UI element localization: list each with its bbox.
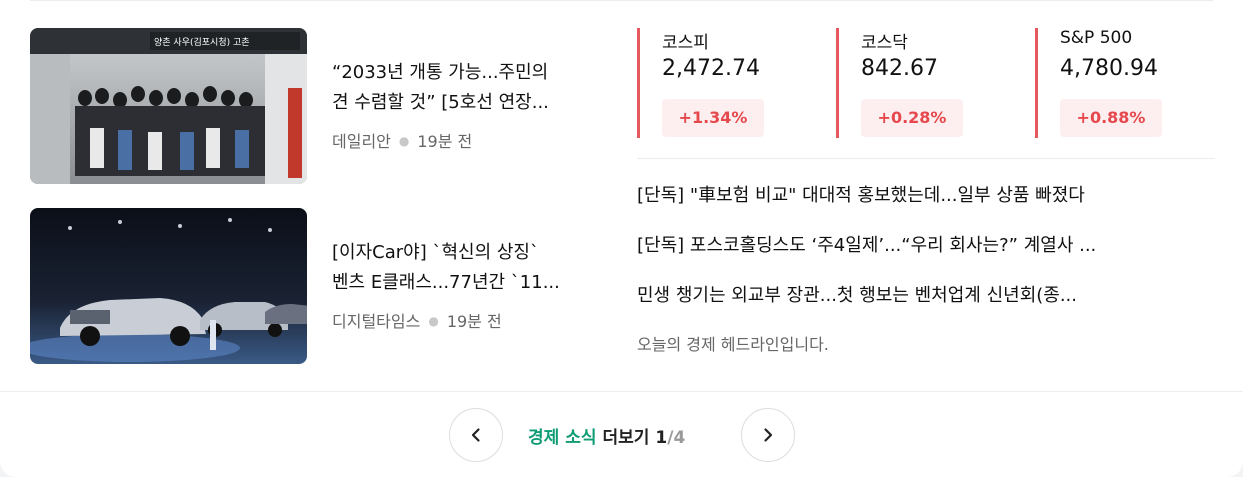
news-title-line2[interactable]: 벤츠 E클래스...77년간 `11... bbox=[332, 268, 602, 298]
pager-total-pages: /4 bbox=[667, 428, 686, 448]
next-page-button[interactable] bbox=[741, 408, 795, 462]
news-meta: 데일리안 ● 19분 전 bbox=[332, 128, 472, 152]
economy-news-card: 양촌 사우(김포시청) 고촌 “2033년 개통 가능...주민의 견 수렴할 … bbox=[0, 0, 1243, 477]
stock-value: 842.67 bbox=[861, 56, 938, 81]
stock-change-badge: +0.88% bbox=[1060, 99, 1162, 137]
chevron-right-icon bbox=[764, 428, 773, 442]
headline-link[interactable]: [단독] 포스코홀딩스도 ‘주4일제’...“우리 회사는?” 계열사 ... bbox=[637, 233, 1207, 259]
news-item-subway[interactable]: 양촌 사우(김포시청) 고촌 “2033년 개통 가능...주민의 견 수렴할 … bbox=[30, 28, 610, 184]
news-time: 19분 전 bbox=[446, 312, 502, 331]
stock-name: S&P 500 bbox=[1060, 28, 1133, 48]
car-exhibit-image bbox=[30, 208, 307, 364]
top-divider bbox=[30, 0, 1213, 1]
separator-dot: ● bbox=[398, 134, 410, 148]
headline-link[interactable]: [단독] "車보험 비교" 대대적 홍보했는데...일부 상품 빠졌다 bbox=[637, 183, 1207, 209]
pager-category: 경제 소식 bbox=[528, 428, 597, 448]
separator-dot: ● bbox=[428, 314, 439, 328]
news-title-line1[interactable]: “2033년 개통 가능...주민의 bbox=[332, 58, 602, 88]
stock-value: 2,472.74 bbox=[662, 56, 760, 81]
section-divider bbox=[637, 158, 1215, 159]
chevron-left-icon bbox=[471, 428, 480, 442]
stock-name: 코스닥 bbox=[861, 33, 908, 53]
headline-link[interactable]: 민생 챙기는 외교부 장관...첫 행보는 벤처업계 신년회(종... bbox=[637, 283, 1207, 309]
stock-change-badge: +1.34% bbox=[662, 99, 764, 137]
news-item-benz[interactable]: [이자Car야] `혁신의 상징` 벤츠 E클래스...77년간 `11... … bbox=[30, 208, 610, 364]
news-title-line2[interactable]: 견 수렴할 것” [5호선 연장... bbox=[332, 88, 602, 118]
svg-text:양촌 사우(김포시청) 고촌: 양촌 사우(김포시청) 고촌 bbox=[154, 36, 250, 48]
pager-more-label: 더보기 bbox=[602, 428, 650, 448]
more-economy-news-link[interactable]: 경제 소식 더보기 1/4 bbox=[528, 423, 685, 448]
pager-current-page: 1 bbox=[655, 428, 668, 448]
news-thumbnail-benz[interactable] bbox=[30, 208, 307, 364]
subway-crowd-image: 양촌 사우(김포시청) 고촌 bbox=[30, 28, 307, 184]
stock-name: 코스피 bbox=[662, 33, 709, 53]
stock-kosdaq[interactable]: 코스닥 842.67 +0.28% bbox=[836, 28, 996, 138]
news-thumbnail-subway[interactable]: 양촌 사우(김포시청) 고촌 bbox=[30, 28, 307, 184]
stock-sp500[interactable]: S&P 500 4,780.94 +0.88% bbox=[1035, 28, 1195, 138]
stock-kospi[interactable]: 코스피 2,472.74 +1.34% bbox=[637, 28, 797, 138]
prev-page-button[interactable] bbox=[449, 408, 503, 462]
stock-value: 4,780.94 bbox=[1060, 56, 1158, 81]
footer-divider bbox=[0, 391, 1243, 392]
news-source: 데일리안 bbox=[332, 132, 391, 151]
news-meta: 디지털타임스 ● 19분 전 bbox=[332, 308, 502, 332]
news-source: 디지털타임스 bbox=[332, 312, 421, 331]
headline-summary: 오늘의 경제 헤드라인입니다. bbox=[637, 335, 829, 354]
news-title-line1[interactable]: [이자Car야] `혁신의 상징` bbox=[332, 238, 602, 268]
stock-change-badge: +0.28% bbox=[861, 99, 963, 137]
news-time: 19분 전 bbox=[417, 132, 473, 151]
